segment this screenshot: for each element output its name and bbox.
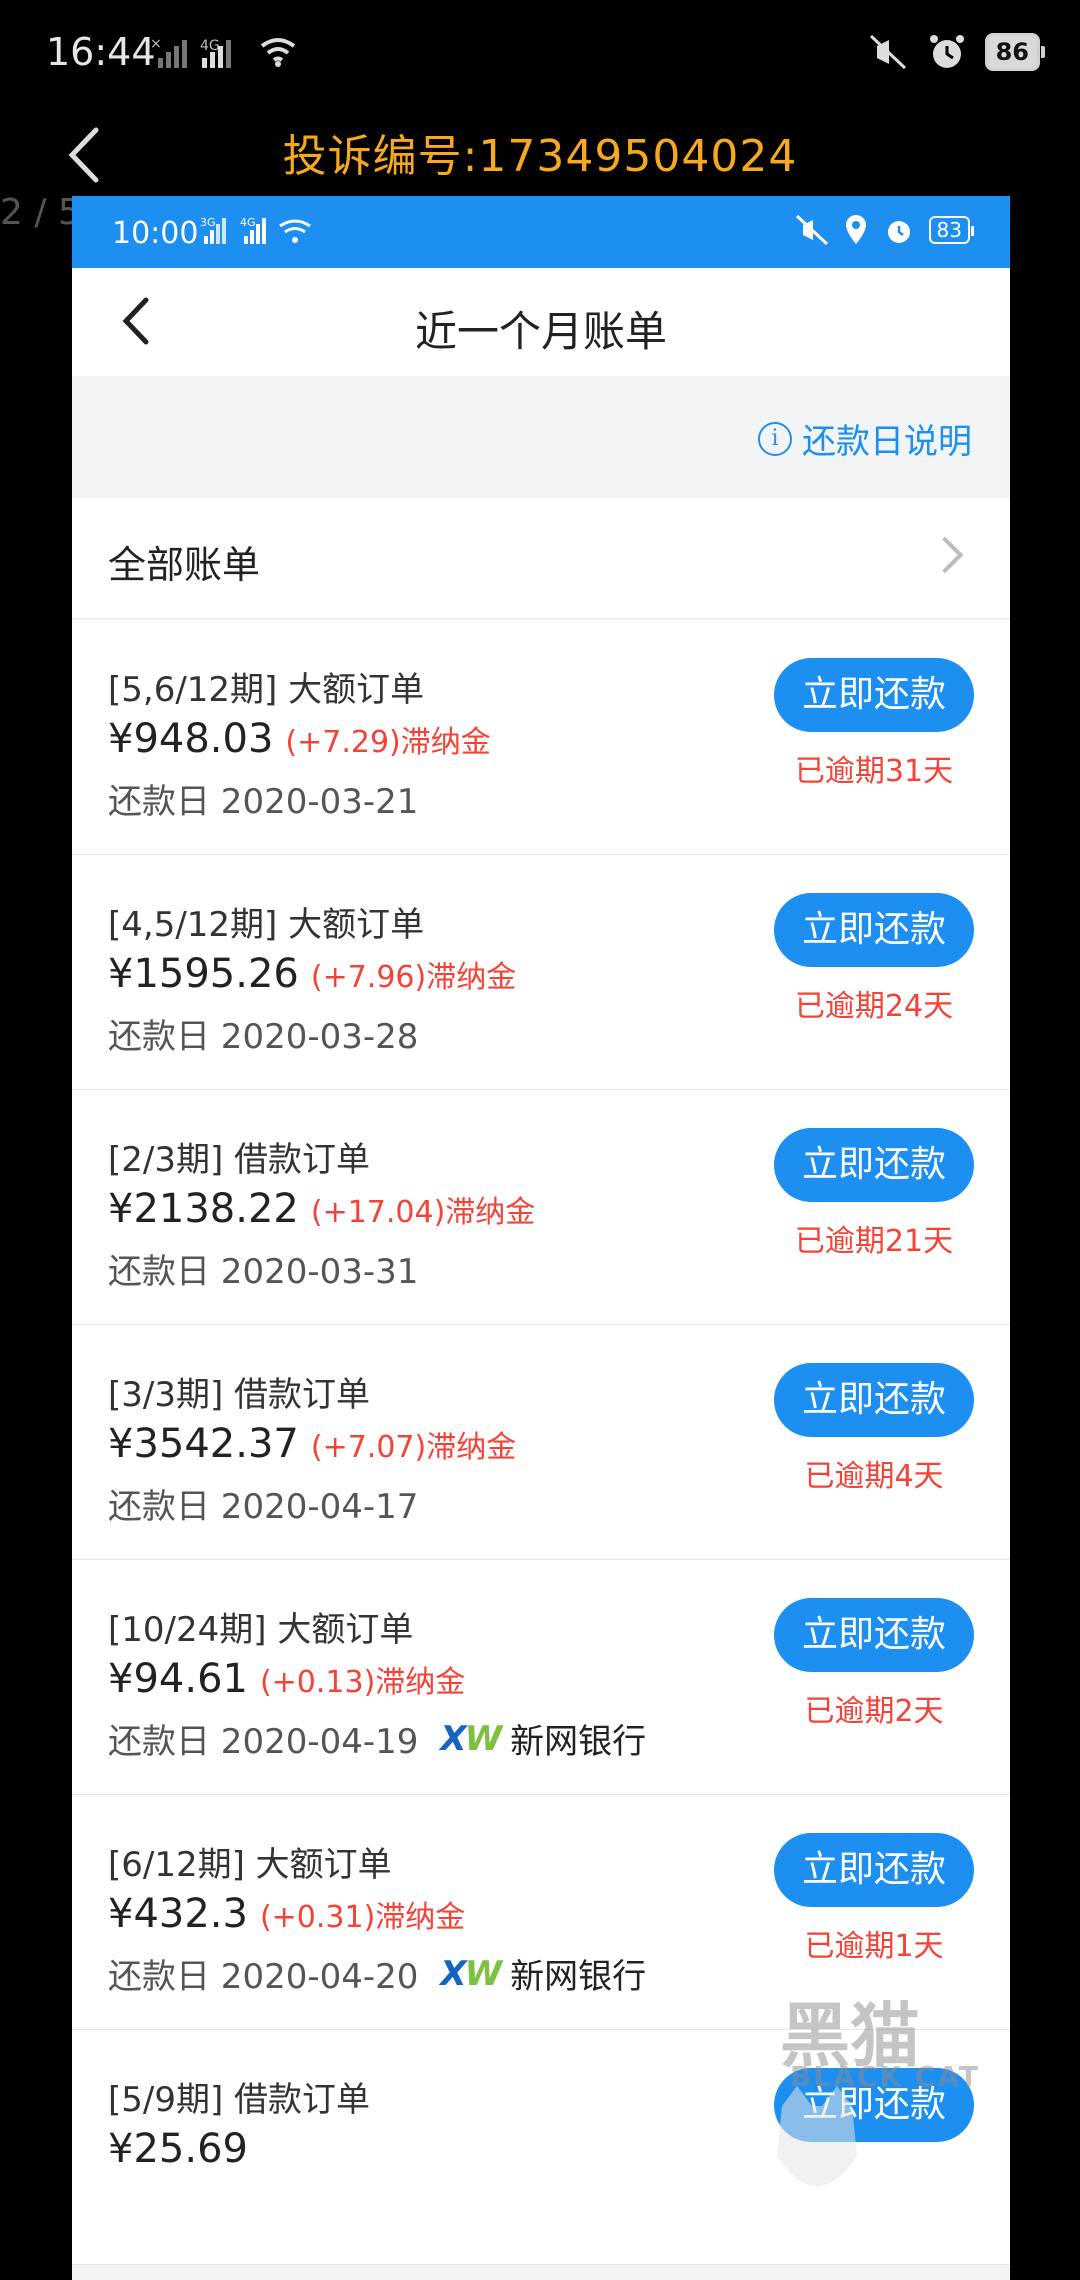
due-date-line: 还款日 2020-03-28 bbox=[108, 1009, 418, 1058]
overdue-status: 已逾期31天 bbox=[794, 754, 954, 789]
bill-row[interactable]: [4,5/12期] 大额订单 ¥1595.26 (+7.96)滞纳金还款日 2020… bbox=[72, 855, 1010, 1090]
bill-amount-line: ¥25.69 bbox=[108, 2126, 248, 2172]
bill-title: [4,5/12期] 大额订单 bbox=[108, 905, 425, 945]
xw-bank-logo-icon: XW bbox=[440, 1718, 502, 1759]
bill-title: [10/24期] 大额订单 bbox=[108, 1610, 414, 1650]
outer-header: 投诉编号:17349504024 bbox=[0, 110, 1080, 200]
repay-now-button[interactable]: 立即还款 bbox=[774, 658, 974, 732]
nav-bar: 近一个月账单 bbox=[72, 268, 1010, 376]
outer-battery: 86 bbox=[984, 33, 1046, 71]
page-title: 近一个月账单 bbox=[414, 307, 667, 356]
bill-amount: ¥94.61 bbox=[108, 1656, 248, 1702]
outer-status-bar: 16:44 × 4G 86 bbox=[0, 0, 1080, 110]
due-date-line: 还款日 2020-04-19 XW 新网银行 bbox=[108, 1714, 646, 1763]
due-date: 还款日 2020-03-31 bbox=[108, 1252, 419, 1292]
due-date-line: 还款日 2020-04-17 bbox=[108, 1479, 418, 1528]
repay-now-button[interactable]: 立即还款 bbox=[774, 1598, 974, 1672]
late-fee: (+0.31)滞纳金 bbox=[259, 1900, 466, 1935]
bill-amount: ¥3542.37 bbox=[108, 1421, 299, 1467]
late-fee: (+7.07)滞纳金 bbox=[310, 1430, 517, 1465]
bill-amount-line: ¥432.3 (+0.31)滞纳金 bbox=[108, 1891, 465, 1937]
due-date-line: 还款日 2020-03-31 bbox=[108, 1244, 418, 1293]
late-fee: (+17.04)滞纳金 bbox=[310, 1195, 536, 1230]
bill-amount-line: ¥94.61 (+0.13)滞纳金 bbox=[108, 1656, 465, 1702]
inner-alarm-icon bbox=[887, 221, 910, 243]
late-fee: (+7.29)滞纳金 bbox=[285, 725, 491, 760]
location-icon bbox=[845, 215, 866, 244]
late-fee: (+7.96)滞纳金 bbox=[310, 960, 517, 995]
inner-mute-icon bbox=[795, 214, 828, 246]
repay-now-button[interactable]: 立即还款 bbox=[774, 1363, 974, 1437]
due-date-line: 还款日 2020-03-21 bbox=[108, 774, 418, 823]
overdue-status: 已逾期21天 bbox=[794, 1224, 954, 1259]
svg-text:4G: 4G bbox=[200, 38, 220, 54]
due-date: 还款日 2020-04-17 bbox=[108, 1487, 419, 1527]
bill-amount: ¥432.3 bbox=[108, 1891, 248, 1937]
svg-text:4G: 4G bbox=[240, 216, 256, 229]
info-bar: i 还款日说明 bbox=[72, 376, 1010, 496]
bill-title: [6/12期] 大额订单 bbox=[108, 1845, 392, 1885]
inner-signal-icon: 3G 4G bbox=[200, 216, 311, 244]
watermark-text-en: BLACK CAT bbox=[790, 2060, 980, 2093]
all-bills-row[interactable]: 全部账单 bbox=[72, 498, 1010, 619]
bill-amount: ¥1595.26 bbox=[108, 951, 299, 997]
xw-bank-logo-icon: XW bbox=[440, 1953, 502, 1994]
bill-title: [5/9期] 借款订单 bbox=[108, 2080, 371, 2120]
chevron-right-icon bbox=[926, 536, 964, 574]
signal-icon: × 4G bbox=[150, 36, 231, 68]
bank-badge: XW 新网银行 bbox=[440, 1714, 646, 1763]
late-fee: (+0.13)滞纳金 bbox=[259, 1665, 466, 1700]
bank-name: 新网银行 bbox=[510, 1957, 647, 1997]
repayment-day-info-link[interactable]: i 还款日说明 bbox=[758, 414, 972, 463]
bill-amount-line: ¥948.03 (+7.29)滞纳金 bbox=[108, 716, 491, 762]
svg-text:3G: 3G bbox=[200, 216, 216, 229]
info-icon: i bbox=[758, 421, 792, 456]
inner-screenshot: 10:00 3G 4G 83 近一个月账单 i 还款日说明 全部账单 [5,6/… bbox=[72, 196, 1010, 2280]
info-link-label: 还款日说明 bbox=[802, 422, 972, 462]
bill-row[interactable]: [2/3期] 借款订单 ¥2138.22 (+17.04)滞纳金还款日 2020-0… bbox=[72, 1090, 1010, 1325]
bill-row[interactable]: [3/3期] 借款订单 ¥3542.37 (+7.07)滞纳金还款日 2020-04… bbox=[72, 1325, 1010, 1560]
inner-status-time: 10:00 bbox=[112, 216, 199, 251]
due-date: 还款日 2020-04-20 bbox=[108, 1957, 419, 1997]
due-date: 还款日 2020-04-19 bbox=[108, 1722, 419, 1762]
mute-icon bbox=[869, 34, 906, 70]
inner-status-right: 83 bbox=[795, 214, 975, 246]
bank-badge: XW 新网银行 bbox=[440, 1949, 646, 1998]
overdue-status: 已逾期1天 bbox=[804, 1929, 944, 1964]
due-date-line: 还款日 2020-04-20 XW 新网银行 bbox=[108, 1949, 646, 1998]
overdue-status: 已逾期24天 bbox=[794, 989, 954, 1024]
due-date: 还款日 2020-03-21 bbox=[108, 782, 419, 822]
inner-battery: 83 bbox=[928, 216, 975, 244]
outer-status-right: 86 bbox=[867, 28, 1046, 76]
bill-amount: ¥948.03 bbox=[108, 716, 274, 762]
bill-row[interactable]: [5,6/12期] 大额订单 ¥948.03 (+7.29)滞纳金还款日 2020-… bbox=[72, 620, 1010, 855]
due-date: 还款日 2020-03-28 bbox=[108, 1017, 419, 1057]
bank-name: 新网银行 bbox=[510, 1722, 647, 1762]
bill-amount-line: ¥1595.26 (+7.96)滞纳金 bbox=[108, 951, 516, 997]
repay-now-button[interactable]: 立即还款 bbox=[774, 1833, 974, 1907]
page-indicator: 2 / 5 bbox=[0, 192, 81, 233]
bill-amount: ¥25.69 bbox=[108, 2126, 248, 2172]
repay-now-button[interactable]: 立即还款 bbox=[774, 1128, 974, 1202]
overdue-status: 已逾期2天 bbox=[804, 1694, 944, 1729]
black-cat-head-icon bbox=[777, 2086, 857, 2186]
bill-title: [2/3期] 借款订单 bbox=[108, 1140, 371, 1180]
complaint-title: 投诉编号:17349504024 bbox=[282, 131, 798, 182]
alarm-icon bbox=[929, 35, 964, 68]
repay-now-button[interactable]: 立即还款 bbox=[774, 893, 974, 967]
svg-text:×: × bbox=[150, 36, 162, 52]
watermark-logo bbox=[772, 2076, 1010, 2276]
all-bills-label: 全部账单 bbox=[108, 543, 261, 587]
inner-status-bar: 10:00 3G 4G 83 bbox=[72, 196, 1010, 268]
bill-amount-line: ¥3542.37 (+7.07)滞纳金 bbox=[108, 1421, 516, 1467]
wifi-icon bbox=[260, 38, 296, 67]
bill-title: [5,6/12期] 大额订单 bbox=[108, 670, 425, 710]
outer-status-time: 16:44 bbox=[46, 30, 156, 74]
bill-amount-line: ¥2138.22 (+17.04)滞纳金 bbox=[108, 1186, 535, 1232]
bill-amount: ¥2138.22 bbox=[108, 1186, 299, 1232]
bill-title: [3/3期] 借款订单 bbox=[108, 1375, 371, 1415]
overdue-status: 已逾期4天 bbox=[804, 1459, 944, 1494]
bill-row[interactable]: [10/24期] 大额订单 ¥94.61 (+0.13)滞纳金还款日 2020-04… bbox=[72, 1560, 1010, 1795]
